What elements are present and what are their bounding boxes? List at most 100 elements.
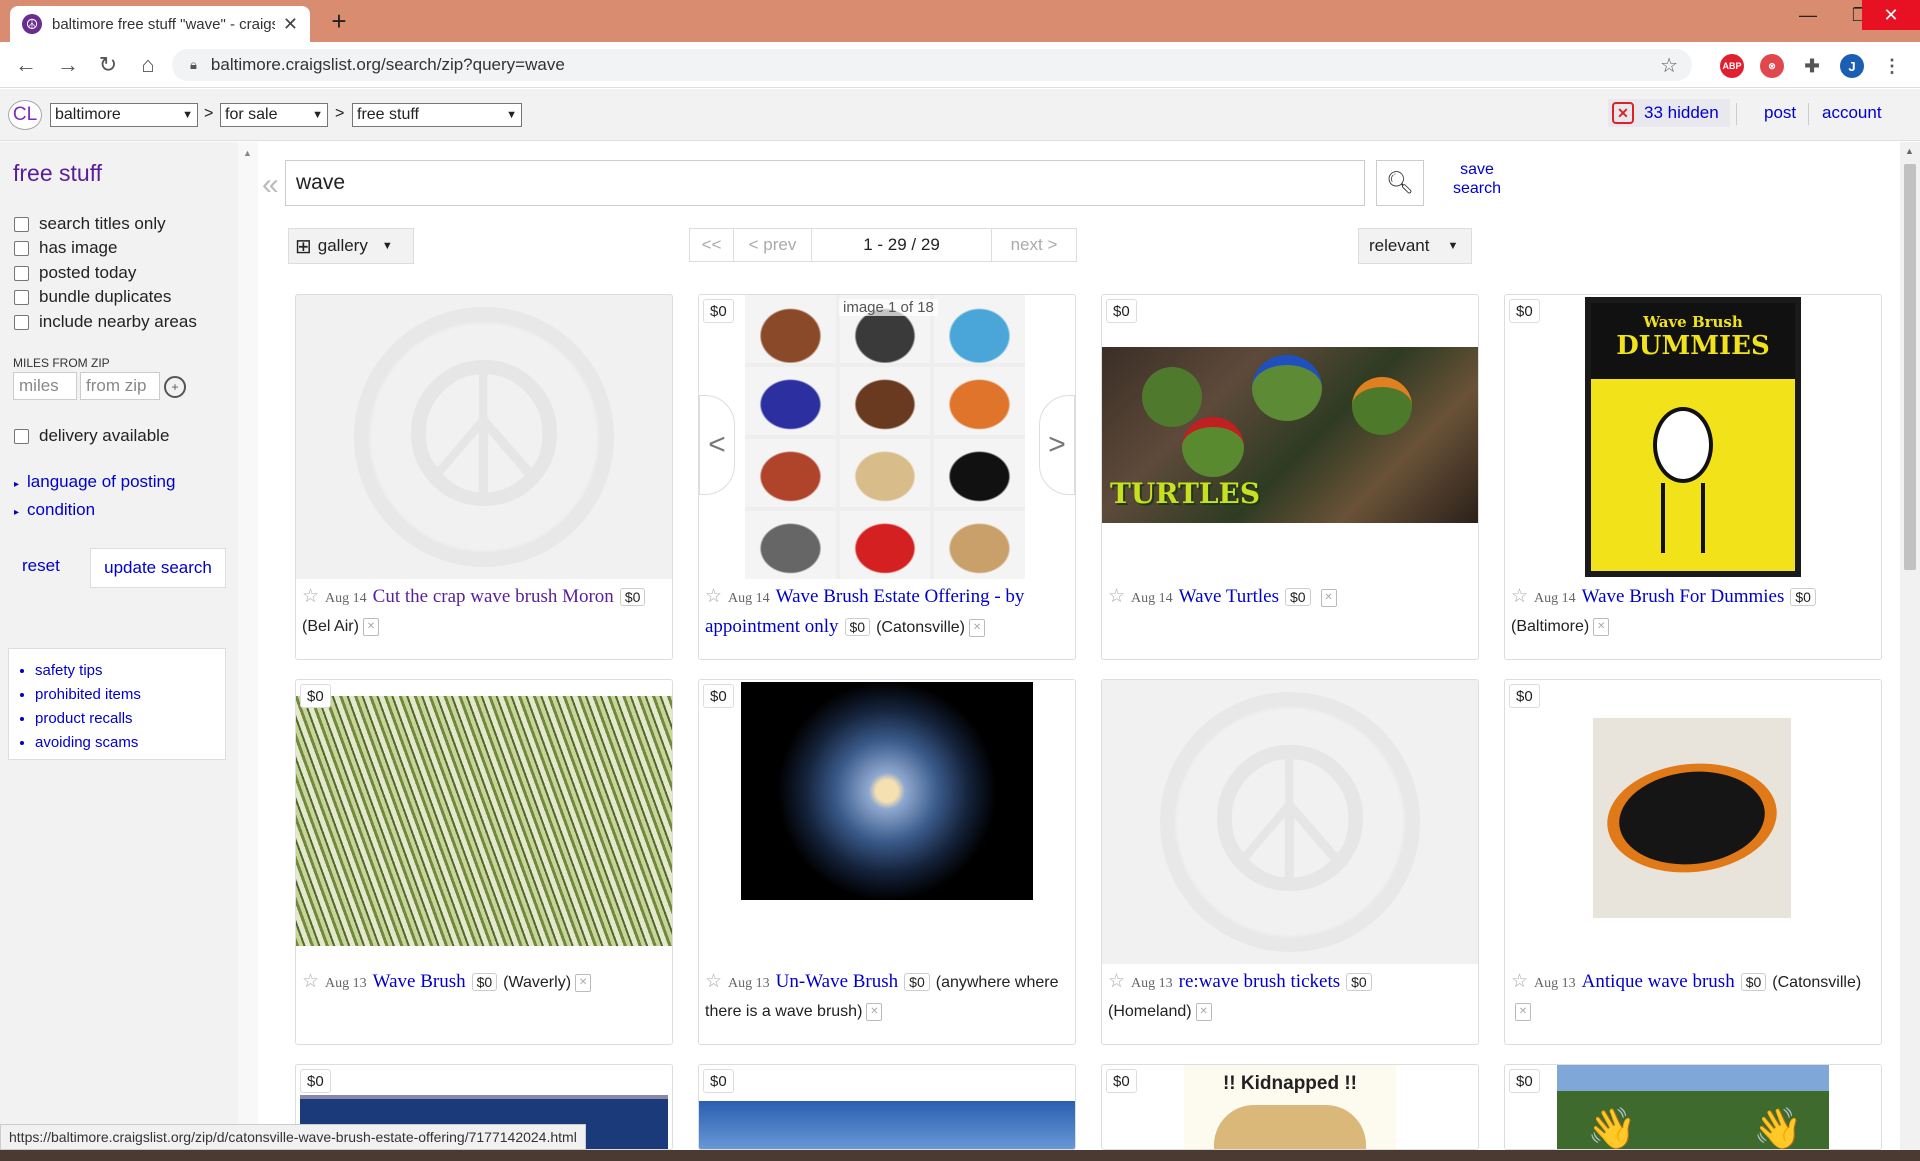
prev-page-button[interactable]: < prev (734, 229, 812, 261)
update-search-button[interactable]: update search (90, 548, 226, 588)
result-title-link[interactable]: Un-Wave Brush (776, 971, 898, 992)
hide-post-icon[interactable]: ✕ (1320, 588, 1337, 607)
hide-post-icon[interactable]: ✕ (969, 618, 986, 637)
result-title-link[interactable]: Wave Brush For Dummies (1582, 586, 1785, 607)
result-title-link[interactable]: Wave Turtles (1179, 586, 1279, 607)
prohibited-items-link[interactable]: prohibited items (35, 683, 225, 707)
favorite-star-icon[interactable]: ☆ (302, 971, 319, 992)
checkbox-nearby-areas[interactable]: include nearby areas (14, 312, 197, 332)
avoiding-scams-link[interactable]: avoiding scams (35, 731, 225, 755)
result-card[interactable]: ☮ ☆ Aug 13 re:wave brush tickets $0 (Homelan… (1101, 679, 1479, 1045)
favorite-star-icon[interactable]: ☆ (1511, 971, 1528, 992)
extension-icon[interactable]: ⊗ (1760, 54, 1784, 78)
reload-icon[interactable]: ↻ (94, 51, 122, 79)
sidebar-scrollbar[interactable]: ▲ (238, 142, 258, 1142)
no-image-placeholder[interactable]: ☮ (1102, 680, 1478, 964)
result-title-link[interactable]: re:wave brush tickets (1179, 971, 1340, 992)
menu-dots-icon[interactable]: ⋮ (1880, 54, 1904, 78)
prev-image-button[interactable]: < (699, 395, 735, 495)
result-image[interactable]: < > image 1 of 18 (699, 295, 1075, 579)
safety-tips-link[interactable]: safety tips (35, 659, 225, 683)
result-card[interactable]: 👋 👋 $0 (1504, 1064, 1882, 1150)
close-tab-icon[interactable]: ✕ (283, 14, 298, 35)
cl-logo[interactable]: CL (8, 100, 42, 130)
checkbox-has-image[interactable]: has image (14, 238, 117, 258)
hide-post-icon[interactable]: ✕ (1195, 1002, 1212, 1021)
browser-tab[interactable]: ☮ baltimore free stuff "wave" - craigsli… (10, 6, 310, 42)
close-window-icon[interactable]: ✕ (1862, 0, 1920, 30)
result-card[interactable]: !! Kidnapped !! $0 (1101, 1064, 1479, 1150)
category-title[interactable]: free stuff (13, 160, 102, 187)
category-select[interactable]: for sale ▼ (220, 103, 328, 127)
miles-input[interactable]: miles (13, 372, 77, 400)
checkbox-search-titles[interactable]: search titles only (14, 214, 166, 234)
next-page-button[interactable]: next > (992, 229, 1076, 261)
sort-dropdown[interactable]: relevant ▼ (1358, 228, 1472, 264)
forward-icon[interactable]: → (54, 51, 82, 79)
back-icon[interactable]: ← (12, 51, 40, 79)
search-button[interactable]: 🔍︎ (1376, 160, 1424, 206)
view-mode-dropdown[interactable]: ⊞ gallery ▼ (288, 228, 414, 264)
result-card[interactable]: TURTLES $0 ☆ Aug 14 Wave Turtles $0 ✕ (1101, 294, 1479, 660)
adblock-icon[interactable]: ABP (1720, 54, 1744, 78)
result-title-link[interactable]: Antique wave brush (1582, 971, 1735, 992)
hide-post-icon[interactable]: ✕ (866, 1002, 883, 1021)
hide-post-icon[interactable]: ✕ (1515, 1002, 1531, 1021)
hide-post-icon[interactable]: ✕ (575, 973, 592, 992)
result-title-link[interactable]: Wave Brush (373, 971, 466, 992)
checkbox[interactable] (14, 289, 29, 305)
result-image[interactable] (699, 1065, 1075, 1149)
result-card[interactable]: $0 ☆ Aug 13 Antique wave brush $0 (Catonsvil… (1504, 679, 1882, 1045)
bookmark-star-icon[interactable]: ☆ (1660, 53, 1678, 78)
result-image[interactable] (699, 680, 1075, 964)
result-image[interactable]: !! Kidnapped !! (1102, 1065, 1478, 1149)
checkbox-delivery[interactable]: delivery available (14, 426, 169, 446)
condition-expander[interactable]: ▸ condition (14, 500, 95, 520)
hide-post-icon[interactable]: ✕ (362, 617, 379, 636)
product-recalls-link[interactable]: product recalls (35, 707, 225, 731)
puzzle-icon[interactable]: ✚ (1800, 54, 1824, 78)
address-bar[interactable]: 🔒︎ baltimore.craigslist.org/search/zip?q… (172, 49, 1692, 81)
zip-input[interactable]: from zip (80, 372, 160, 400)
checkbox[interactable] (14, 428, 29, 444)
first-page-button[interactable]: << (690, 229, 734, 261)
result-card[interactable]: ☮ ☆ Aug 14 Cut the crap wave brush Moron $0… (295, 294, 673, 660)
search-input[interactable]: wave (285, 160, 1365, 206)
checkbox[interactable] (14, 314, 29, 330)
save-search-link[interactable]: save search (1440, 160, 1514, 198)
favorite-star-icon[interactable]: ☆ (705, 971, 722, 992)
favorite-star-icon[interactable]: ☆ (302, 586, 319, 607)
result-card[interactable]: $0 ☆ Aug 13 Wave Brush $0 (Waverly) ✕ (295, 679, 673, 1045)
checkbox[interactable] (14, 240, 29, 256)
checkbox[interactable] (14, 216, 29, 232)
hidden-posts-button[interactable]: ✕ 33 hidden (1608, 99, 1730, 127)
result-image[interactable]: 👋 👋 (1505, 1065, 1881, 1149)
result-card[interactable]: $0 ☆ Aug 13 Un-Wave Brush $0 (anywhere where… (698, 679, 1076, 1045)
result-card[interactable]: $0 (698, 1064, 1076, 1150)
result-image[interactable]: TURTLES (1102, 295, 1478, 579)
result-image[interactable] (1505, 680, 1881, 964)
account-link[interactable]: account (1822, 103, 1882, 123)
minimize-icon[interactable]: — (1782, 0, 1834, 30)
locate-icon[interactable]: + (164, 376, 186, 398)
result-image[interactable]: Wave Brush DUMMIES (1505, 295, 1881, 579)
profile-avatar[interactable]: J (1840, 54, 1864, 78)
home-icon[interactable]: ⌂ (134, 51, 162, 79)
new-tab-button[interactable]: + (324, 6, 354, 36)
hide-post-icon[interactable]: ✕ (1593, 617, 1610, 636)
scroll-up-icon[interactable]: ▲ (1905, 146, 1914, 156)
result-card[interactable]: Wave Brush DUMMIES $0 ☆ Aug 14 Wave Brush … (1504, 294, 1882, 660)
page-scrollbar[interactable]: ▲ (1900, 142, 1920, 1150)
next-image-button[interactable]: > (1039, 395, 1075, 495)
subcategory-select[interactable]: free stuff ▼ (352, 103, 522, 127)
favorite-star-icon[interactable]: ☆ (1511, 586, 1528, 607)
checkbox-posted-today[interactable]: posted today (14, 263, 136, 283)
checkbox-bundle-duplicates[interactable]: bundle duplicates (14, 287, 171, 307)
favorite-star-icon[interactable]: ☆ (1108, 586, 1125, 607)
favorite-star-icon[interactable]: ☆ (705, 586, 722, 607)
post-link[interactable]: post (1764, 103, 1796, 123)
no-image-placeholder[interactable]: ☮ (296, 295, 672, 579)
collapse-sidebar-icon[interactable]: « (262, 168, 279, 202)
scroll-thumb[interactable] (1904, 164, 1916, 570)
reset-link[interactable]: reset (22, 556, 60, 576)
